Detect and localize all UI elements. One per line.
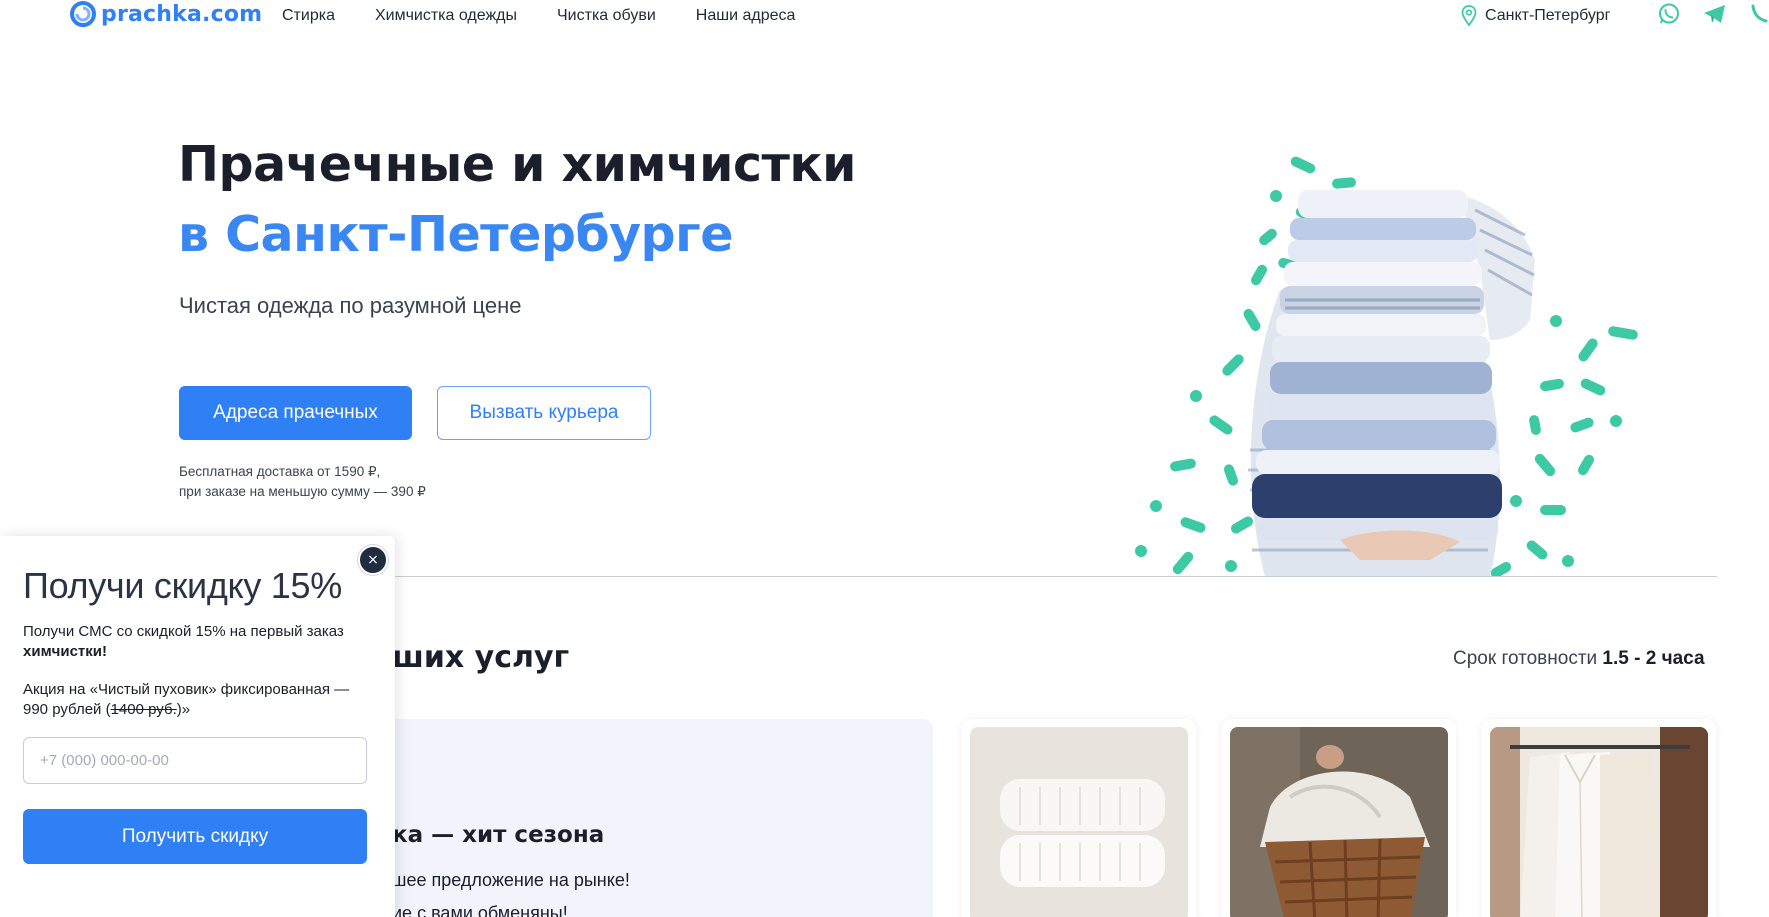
nav-item-laundry[interactable]: Стирка: [282, 7, 335, 25]
popup-text-sms: Получи СМС со скидкой 15% на первый зака…: [23, 622, 373, 662]
addresses-button[interactable]: Адреса прачечных: [179, 386, 412, 440]
delivery-line-1: Бесплатная доставка от 1590 ₽,: [179, 464, 381, 479]
delivery-line-2: при заказе на меньшую сумму — 390 ₽: [179, 484, 426, 499]
popup-old-price: 1400 руб.: [110, 701, 177, 718]
city-selector[interactable]: Санкт-Петербург: [1461, 5, 1610, 27]
hero-title-line2: в Санкт-Петербурге: [178, 206, 733, 263]
section-divider: [395, 576, 1717, 577]
logo-icon: [70, 1, 96, 27]
popup-text-promo-b: )»: [176, 701, 191, 718]
promo-title: ка — хит сезона: [392, 822, 605, 848]
service-image-shirts: [1490, 727, 1708, 917]
ready-time: Срок готовности 1.5 - 2 часа: [1453, 648, 1705, 670]
nav-item-shoe-cleaning[interactable]: Чистка обуви: [557, 7, 656, 25]
ready-time-value: 1.5 - 2 часа: [1602, 648, 1705, 669]
close-icon[interactable]: ×: [358, 545, 388, 575]
logo-text: prachka.com: [101, 1, 263, 27]
service-image-laundry-basket: [1230, 727, 1448, 917]
location-pin-icon: [1461, 5, 1477, 27]
hero-subtitle: Чистая одежда по разумной цене: [179, 293, 522, 318]
site-header: prachka.com Стирка Химчистка одежды Чист…: [0, 0, 1769, 34]
promo-text: шее предложение на рынке!: [392, 870, 630, 890]
nav-item-addresses[interactable]: Наши адреса: [696, 7, 796, 25]
whatsapp-icon[interactable]: [1657, 2, 1681, 26]
promo-text-2: ие с вами обменяны!: [392, 903, 568, 917]
popup-text-sms-plain: Получи СМС со скидкой 15% на первый зака…: [23, 623, 344, 640]
service-image-towels: [970, 727, 1188, 917]
popup-text-promo: Акция на «Чистый пуховик» фиксированная …: [23, 680, 373, 720]
city-name: Санкт-Петербург: [1485, 7, 1611, 24]
main-nav: Стирка Химчистка одежды Чистка обуви Наш…: [282, 7, 835, 25]
hero-title: Прачечные и химчистки в Санкт-Петербурге: [178, 130, 857, 270]
services-title: ших услуг: [392, 640, 570, 675]
call-courier-button[interactable]: Вызвать курьера: [437, 386, 651, 440]
telegram-icon[interactable]: [1702, 2, 1728, 26]
logo[interactable]: prachka.com: [70, 1, 262, 27]
popup-text-sms-bold: химчистки!: [23, 643, 108, 660]
popup-title: Получи скидку 15%: [23, 565, 342, 606]
hero-image-clothes-stack: [1135, 156, 1638, 577]
phone-input[interactable]: [23, 737, 367, 784]
hero-title-line1: Прачечные и химчистки: [178, 136, 857, 193]
ready-time-label: Срок готовности: [1453, 648, 1598, 669]
get-discount-button[interactable]: Получить скидку: [23, 809, 367, 864]
delivery-note: Бесплатная доставка от 1590 ₽, при заказ…: [179, 462, 426, 502]
nav-item-dry-cleaning[interactable]: Химчистка одежды: [375, 7, 517, 25]
viber-icon[interactable]: [1750, 2, 1769, 26]
